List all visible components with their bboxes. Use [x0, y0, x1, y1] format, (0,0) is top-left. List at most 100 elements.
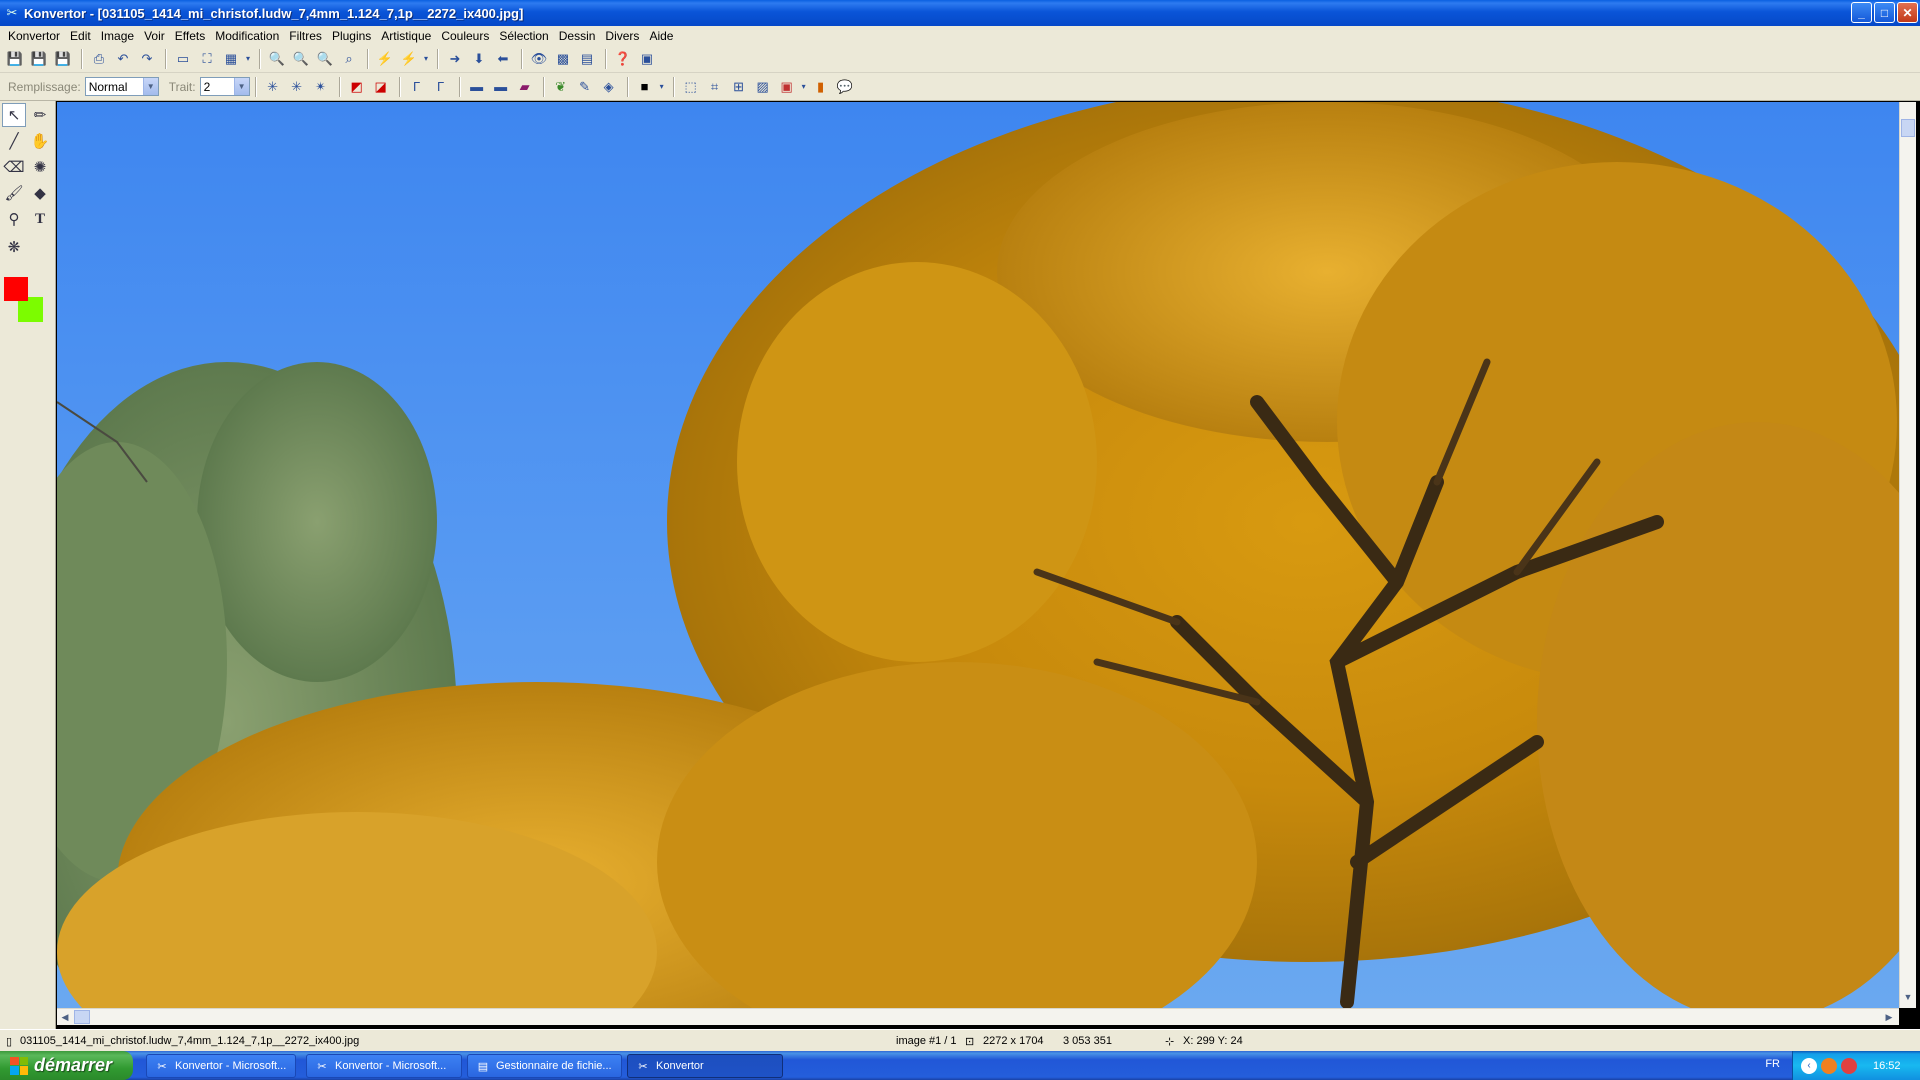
zoom-out-icon[interactable]: 🔍 [314, 48, 336, 70]
menu-filtres[interactable]: Filtres [284, 29, 327, 43]
crop-icon[interactable]: ⌗ [704, 76, 726, 98]
fit-window-icon[interactable]: ⛶ [196, 48, 218, 70]
scroll-right-icon[interactable]: ▶ [1881, 1009, 1897, 1025]
save-icon[interactable]: 💾 [4, 48, 26, 70]
tray-security-icon[interactable] [1841, 1057, 1857, 1074]
horizontal-scroll-thumb[interactable] [74, 1010, 90, 1024]
magic-wand-add-icon[interactable]: ✳ [286, 76, 308, 98]
minimize-button[interactable]: _ [1851, 2, 1872, 23]
back-icon[interactable]: ⬅ [492, 48, 514, 70]
taskbar-item-konvertor-1[interactable]: ✂ Konvertor - Microsoft... [146, 1054, 296, 1078]
grid-icon[interactable]: ▦ [220, 48, 242, 70]
save-all-icon[interactable]: 💾 [52, 48, 74, 70]
save-as-icon[interactable]: 💾 [28, 48, 50, 70]
palette-icon[interactable]: ▩ [552, 48, 574, 70]
vertical-scroll-thumb[interactable] [1901, 119, 1915, 137]
menu-konvertor[interactable]: Konvertor [3, 29, 65, 43]
chevron-down-icon[interactable]: ▼ [142, 78, 158, 95]
lightning-icon[interactable]: ⚡ [374, 48, 396, 70]
tray-back-icon[interactable]: ‹ [1801, 1057, 1817, 1074]
menu-effets[interactable]: Effets [170, 29, 210, 43]
menu-aide[interactable]: Aide [644, 29, 678, 43]
grid-dropdown-icon[interactable]: ▾ [244, 48, 252, 70]
taskbar-item-konvertor-active[interactable]: ✂ Konvertor [627, 1054, 783, 1078]
image-icon[interactable]: ▨ [752, 76, 774, 98]
foreground-color-swatch[interactable] [4, 277, 28, 301]
red-eye-icon[interactable]: 👁 [528, 48, 550, 70]
magic-wand-icon[interactable]: ✳ [262, 76, 284, 98]
eyedropper-tool-icon[interactable]: ⚲ [2, 207, 26, 231]
down-icon[interactable]: ⬇ [468, 48, 490, 70]
flag-icon[interactable]: ▰ [514, 76, 536, 98]
vertical-scrollbar[interactable]: ▼ [1899, 102, 1916, 1008]
menu-artistique[interactable]: Artistique [376, 29, 436, 43]
menu-image[interactable]: Image [96, 29, 139, 43]
text-align-down-icon[interactable]: Γ [430, 76, 452, 98]
redo-icon[interactable]: ↷ [136, 48, 158, 70]
stroke-width-select[interactable]: 2 ▼ [199, 77, 250, 96]
square-shape-icon[interactable]: ■ [634, 76, 656, 98]
menu-couleurs[interactable]: Couleurs [436, 29, 494, 43]
landscape-alt-icon[interactable]: ▬ [490, 76, 512, 98]
chevron-down-icon[interactable]: ▼ [233, 78, 249, 95]
tray-app-icon[interactable] [1821, 1057, 1837, 1074]
eraser-tool-icon[interactable]: ⌫ [2, 155, 26, 179]
close-button[interactable]: ✕ [1897, 2, 1918, 23]
leaf-icon[interactable]: ❦ [550, 76, 572, 98]
speech-bubble-icon[interactable]: 💬 [834, 76, 856, 98]
lightning-dropdown-icon[interactable]: ▾ [422, 48, 430, 70]
taskbar-item-file-manager[interactable]: ▤ Gestionnaire de fichie... [467, 1054, 622, 1078]
scroll-left-icon[interactable]: ◀ [57, 1009, 73, 1025]
picture-dropdown-icon[interactable]: ▾ [800, 76, 808, 98]
help-icon[interactable]: ❓ [612, 48, 634, 70]
language-indicator[interactable]: FR [1765, 1058, 1780, 1070]
resize-icon[interactable]: ⊞ [728, 76, 750, 98]
pointer-tool-icon[interactable]: ↖ [2, 103, 26, 127]
zoom-fit-icon[interactable]: ⌕ [338, 48, 360, 70]
pen-icon[interactable]: ✎ [574, 76, 596, 98]
histogram-icon[interactable]: ▤ [576, 48, 598, 70]
hand-tool-icon[interactable]: ✋ [28, 129, 52, 153]
clock[interactable]: 16:52 [1873, 1060, 1901, 1072]
brush-tool-icon[interactable]: 🖌 [2, 181, 26, 205]
text-tool-icon[interactable]: T [28, 207, 52, 231]
start-button[interactable]: démarrer [0, 1051, 133, 1080]
fullscreen-icon[interactable]: ▭ [172, 48, 194, 70]
line-tool-icon[interactable]: ╱ [2, 129, 26, 153]
select-rect-icon[interactable]: ⬚ [680, 76, 702, 98]
zoom-icon[interactable]: 🔍 [290, 48, 312, 70]
image-canvas[interactable] [57, 102, 1899, 1008]
layer-back-icon[interactable]: ◪ [370, 76, 392, 98]
menu-edit[interactable]: Edit [65, 29, 96, 43]
undo-icon[interactable]: ↶ [112, 48, 134, 70]
stamp-tool-icon[interactable]: ❋ [2, 235, 26, 259]
sparkle-icon[interactable]: ✴ [310, 76, 332, 98]
menu-dessin[interactable]: Dessin [554, 29, 601, 43]
text-align-up-icon[interactable]: Γ [406, 76, 428, 98]
taskbar-item-konvertor-2[interactable]: ✂ Konvertor - Microsoft... [306, 1054, 462, 1078]
paint-bucket-icon[interactable]: ◈ [598, 76, 620, 98]
landscape-icon[interactable]: ▬ [466, 76, 488, 98]
fill-mode-select[interactable]: Normal ▼ [84, 77, 159, 96]
color-balance-icon[interactable]: ▮ [810, 76, 832, 98]
menu-modification[interactable]: Modification [210, 29, 284, 43]
fill-tool-icon[interactable]: ◆ [28, 181, 52, 205]
spray-tool-icon[interactable]: ✺ [28, 155, 52, 179]
layer-front-icon[interactable]: ◩ [346, 76, 368, 98]
konvertor-app-icon[interactable]: ✂ [4, 5, 20, 21]
menu-selection[interactable]: Sélection [494, 29, 553, 43]
pencil-tool-icon[interactable]: ✏ [28, 103, 52, 127]
shape-dropdown-icon[interactable]: ▾ [658, 76, 666, 98]
info-icon[interactable]: ▣ [636, 48, 658, 70]
picture-icon[interactable]: ▣ [776, 76, 798, 98]
menu-voir[interactable]: Voir [139, 29, 170, 43]
forward-icon[interactable]: ➜ [444, 48, 466, 70]
zoom-in-icon[interactable]: 🔍 [266, 48, 288, 70]
print-icon[interactable]: ⎙ [88, 48, 110, 70]
menu-plugins[interactable]: Plugins [327, 29, 376, 43]
menu-divers[interactable]: Divers [600, 29, 644, 43]
lightning-batch-icon[interactable]: ⚡ [398, 48, 420, 70]
maximize-button[interactable]: □ [1874, 2, 1895, 23]
scroll-down-icon[interactable]: ▼ [1900, 989, 1916, 1005]
horizontal-scrollbar[interactable]: ◀ ▶ [57, 1008, 1899, 1025]
